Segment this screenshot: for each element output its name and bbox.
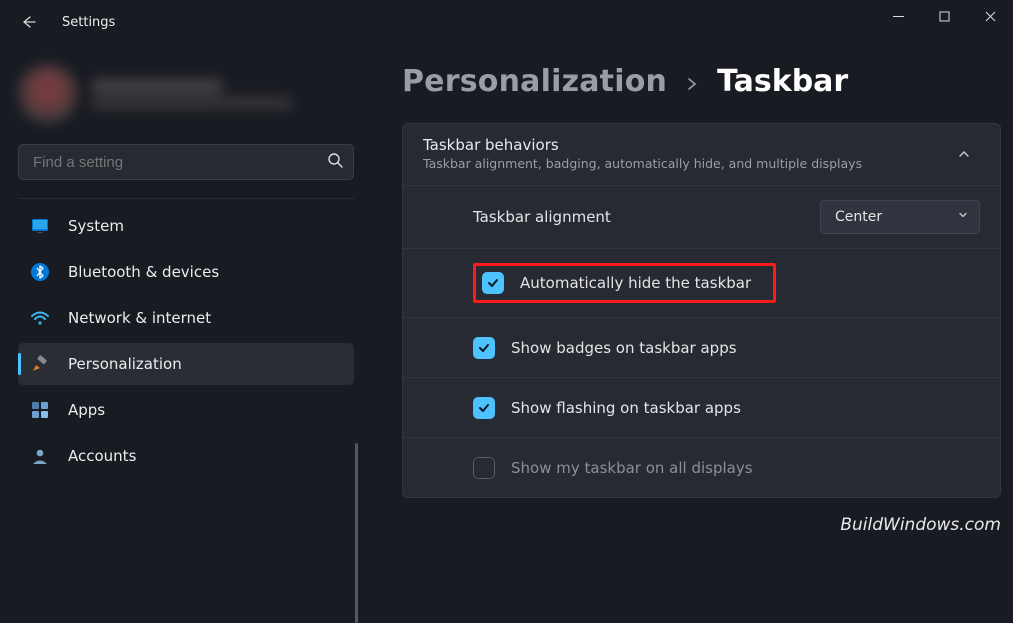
sidebar-item-personalization[interactable]: Personalization bbox=[18, 343, 354, 385]
checkbox-flashing[interactable] bbox=[473, 397, 495, 419]
highlight-box: Automatically hide the taskbar bbox=[473, 263, 776, 303]
sidebar-scrollbar[interactable] bbox=[355, 443, 358, 477]
bluetooth-icon bbox=[30, 262, 50, 282]
search-box[interactable] bbox=[18, 144, 354, 180]
row-badges: Show badges on taskbar apps bbox=[403, 317, 1000, 377]
apps-icon bbox=[30, 400, 50, 420]
chevron-down-icon bbox=[957, 209, 969, 225]
wifi-icon bbox=[30, 308, 50, 328]
checkbox-badges[interactable] bbox=[473, 337, 495, 359]
maximize-button[interactable] bbox=[921, 0, 967, 32]
checkbox-auto-hide[interactable] bbox=[482, 272, 504, 294]
sidebar-item-label: Bluetooth & devices bbox=[68, 263, 219, 281]
close-button[interactable] bbox=[967, 0, 1013, 32]
row-auto-hide: Automatically hide the taskbar bbox=[403, 248, 1000, 317]
scrollbar-thumb[interactable] bbox=[355, 443, 358, 623]
card-title: Taskbar behaviors bbox=[423, 136, 862, 154]
profile-name bbox=[92, 79, 222, 93]
profile-email bbox=[92, 97, 292, 109]
auto-hide-label: Automatically hide the taskbar bbox=[520, 274, 751, 292]
app-title: Settings bbox=[62, 15, 115, 30]
taskbar-behaviors-card: Taskbar behaviors Taskbar alignment, bad… bbox=[402, 123, 1001, 498]
profile-block[interactable] bbox=[12, 64, 360, 140]
alignment-select[interactable]: Center bbox=[820, 200, 980, 234]
sidebar-item-label: Accounts bbox=[68, 447, 136, 465]
paintbrush-icon bbox=[30, 354, 50, 374]
chevron-up-icon bbox=[948, 138, 980, 170]
main-panel: Personalization Taskbar Taskbar behavior… bbox=[368, 44, 1013, 541]
row-all-displays: Show my taskbar on all displays bbox=[403, 437, 1000, 497]
display-icon bbox=[30, 216, 50, 236]
sidebar-item-system[interactable]: System bbox=[18, 205, 354, 247]
watermark: BuildWindows.com bbox=[840, 515, 1001, 535]
row-taskbar-alignment: Taskbar alignment Center bbox=[403, 185, 1000, 248]
search-input[interactable] bbox=[33, 154, 327, 171]
sidebar-item-label: Network & internet bbox=[68, 309, 211, 327]
nav-separator bbox=[18, 198, 354, 199]
sidebar: System Bluetooth & devices Network & int… bbox=[0, 44, 368, 541]
flashing-label: Show flashing on taskbar apps bbox=[511, 399, 741, 417]
search-icon bbox=[327, 152, 343, 172]
back-button[interactable] bbox=[18, 12, 38, 32]
person-icon bbox=[30, 446, 50, 466]
row-flashing: Show flashing on taskbar apps bbox=[403, 377, 1000, 437]
breadcrumb: Personalization Taskbar bbox=[402, 64, 1001, 99]
alignment-value: Center bbox=[835, 209, 882, 225]
breadcrumb-current: Taskbar bbox=[717, 64, 848, 99]
breadcrumb-parent[interactable]: Personalization bbox=[402, 64, 667, 99]
sidebar-item-bluetooth[interactable]: Bluetooth & devices bbox=[18, 251, 354, 293]
sidebar-item-label: Personalization bbox=[68, 355, 182, 373]
chevron-right-icon bbox=[685, 72, 699, 97]
alignment-label: Taskbar alignment bbox=[473, 208, 804, 226]
card-header[interactable]: Taskbar behaviors Taskbar alignment, bad… bbox=[403, 124, 1000, 185]
sidebar-item-network[interactable]: Network & internet bbox=[18, 297, 354, 339]
badges-label: Show badges on taskbar apps bbox=[511, 339, 737, 357]
sidebar-item-apps[interactable]: Apps bbox=[18, 389, 354, 431]
minimize-button[interactable] bbox=[875, 0, 921, 32]
checkbox-all-displays[interactable] bbox=[473, 457, 495, 479]
sidebar-item-label: System bbox=[68, 217, 124, 235]
avatar bbox=[18, 64, 78, 124]
all-displays-label: Show my taskbar on all displays bbox=[511, 459, 753, 477]
sidebar-item-label: Apps bbox=[68, 401, 105, 419]
sidebar-item-accounts[interactable]: Accounts bbox=[18, 435, 354, 477]
card-subtitle: Taskbar alignment, badging, automaticall… bbox=[423, 156, 862, 171]
